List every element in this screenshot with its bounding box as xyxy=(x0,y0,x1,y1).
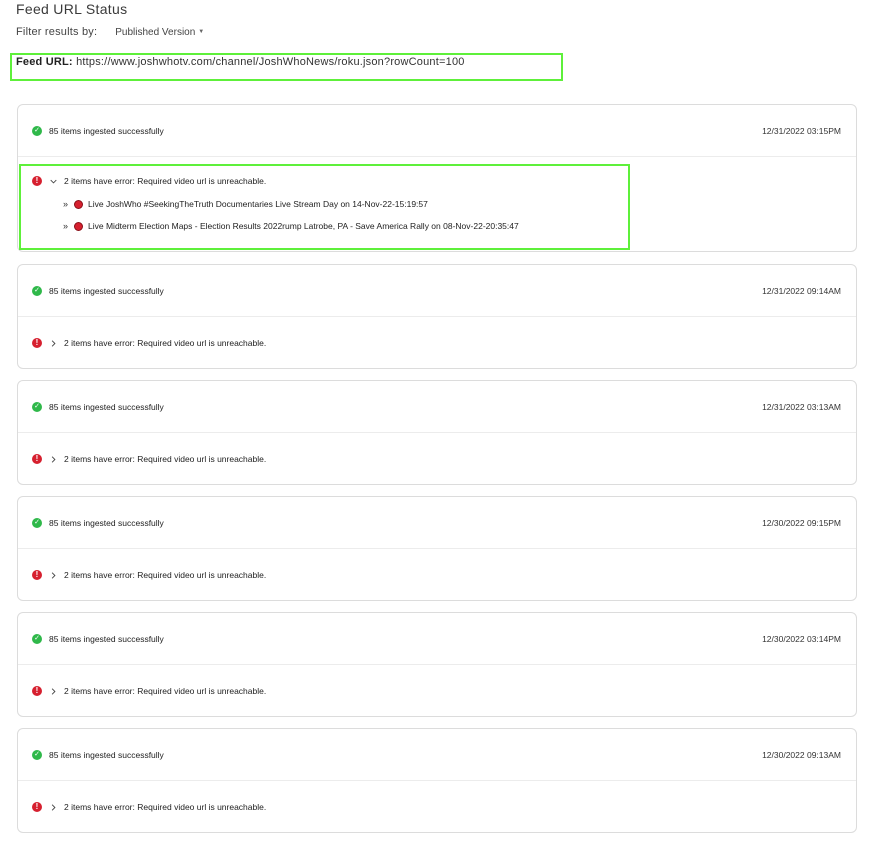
chevron-right-icon[interactable] xyxy=(49,686,58,696)
filter-dropdown-value: Published Version xyxy=(115,26,196,38)
ingest-timestamp: 12/30/2022 09:15PM xyxy=(762,518,841,528)
exclamation-circle-icon: ! xyxy=(32,338,42,348)
chevron-down-icon: ▼ xyxy=(198,29,205,35)
success-row: ✓ 85 items ingested successfully 12/31/2… xyxy=(18,381,856,433)
success-row: ✓ 85 items ingested successfully 12/30/2… xyxy=(18,497,856,549)
chevron-right-icon[interactable] xyxy=(49,338,58,348)
error-text: 2 items have error: Required video url i… xyxy=(64,454,267,464)
check-circle-icon: ✓ xyxy=(32,634,42,644)
page-title: Feed URL Status xyxy=(16,1,128,17)
error-row[interactable]: ! 2 items have error: Required video url… xyxy=(18,781,856,833)
check-circle-icon: ✓ xyxy=(32,750,42,760)
check-circle-icon: ✓ xyxy=(32,286,42,296)
ingest-timestamp: 12/31/2022 03:15PM xyxy=(762,126,841,136)
chevron-right-icon[interactable] xyxy=(49,570,58,580)
ingest-timestamp: 12/30/2022 03:14PM xyxy=(762,634,841,644)
error-text: 2 items have error: Required video url i… xyxy=(64,802,267,812)
ingest-timestamp: 12/30/2022 09:13AM xyxy=(762,750,841,760)
error-row[interactable]: ! 2 items have error: Required video url… xyxy=(18,549,856,601)
ingest-timestamp: 12/31/2022 03:13AM xyxy=(762,402,841,412)
error-row[interactable]: ! 2 items have error: Required video url… xyxy=(18,433,856,485)
exclamation-circle-icon: ! xyxy=(32,454,42,464)
success-row: ✓ 85 items ingested successfully 12/30/2… xyxy=(18,613,856,665)
error-row[interactable]: ! 2 items have error: Required video url… xyxy=(18,665,856,717)
filter-row: Filter results by: Published Version ▼ xyxy=(16,26,204,38)
success-text: 85 items ingested successfully xyxy=(49,634,164,644)
filter-dropdown[interactable]: Published Version ▼ xyxy=(115,27,204,38)
ingest-status-card: ✓ 85 items ingested successfully 12/30/2… xyxy=(17,496,857,601)
check-circle-icon: ✓ xyxy=(32,126,42,136)
check-circle-icon: ✓ xyxy=(32,518,42,528)
feed-url-label: Feed URL: xyxy=(16,56,73,68)
ingest-status-card: ✓ 85 items ingested successfully 12/30/2… xyxy=(17,728,857,833)
filter-label: Filter results by: xyxy=(16,26,98,38)
check-circle-icon: ✓ xyxy=(32,402,42,412)
success-text: 85 items ingested successfully xyxy=(49,750,164,760)
exclamation-circle-icon: ! xyxy=(32,802,42,812)
ingest-status-card: ✓ 85 items ingested successfully 12/31/2… xyxy=(17,264,857,369)
error-text: 2 items have error: Required video url i… xyxy=(64,338,267,348)
ingest-status-card: ✓ 85 items ingested successfully 12/31/2… xyxy=(17,380,857,485)
success-text: 85 items ingested successfully xyxy=(49,518,164,528)
feed-url-value: https://www.joshwhotv.com/channel/JoshWh… xyxy=(76,56,465,68)
feed-url-line: Feed URL: https://www.joshwhotv.com/chan… xyxy=(16,56,465,68)
error-items-highlight-box xyxy=(19,164,630,250)
exclamation-circle-icon: ! xyxy=(32,570,42,580)
success-row: ✓ 85 items ingested successfully 12/30/2… xyxy=(18,729,856,781)
error-row[interactable]: ! 2 items have error: Required video url… xyxy=(18,317,856,369)
success-text: 85 items ingested successfully xyxy=(49,286,164,296)
error-text: 2 items have error: Required video url i… xyxy=(64,686,267,696)
success-row: ✓ 85 items ingested successfully 12/31/2… xyxy=(18,105,856,157)
chevron-right-icon[interactable] xyxy=(49,454,58,464)
feed-url-status-page: Feed URL Status Filter results by: Publi… xyxy=(0,0,881,863)
exclamation-circle-icon: ! xyxy=(32,686,42,696)
success-text: 85 items ingested successfully xyxy=(49,126,164,136)
ingest-timestamp: 12/31/2022 09:14AM xyxy=(762,286,841,296)
error-text: 2 items have error: Required video url i… xyxy=(64,570,267,580)
chevron-right-icon[interactable] xyxy=(49,802,58,812)
ingest-status-card: ✓ 85 items ingested successfully 12/30/2… xyxy=(17,612,857,717)
success-text: 85 items ingested successfully xyxy=(49,402,164,412)
success-row: ✓ 85 items ingested successfully 12/31/2… xyxy=(18,265,856,317)
